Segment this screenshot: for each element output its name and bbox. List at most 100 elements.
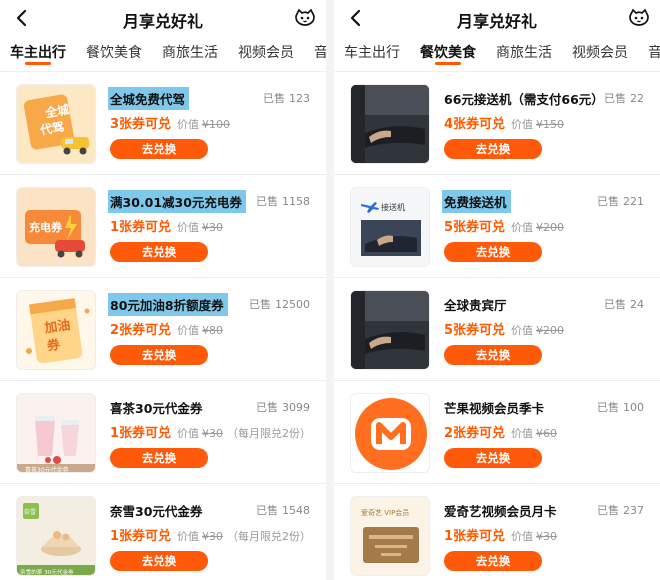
mango-tv-logo (355, 398, 427, 470)
price-line: 1张券可兑 价值 ¥30 （每月限兑2份） (110, 422, 311, 441)
list-item[interactable]: 接送机 免费接送机 已售 221 5张券可兑 价值 ¥200 去兑换 (334, 175, 660, 278)
product-image (350, 290, 430, 370)
right-screen: 月享兑好礼 车主出行 餐饮美食 商旅生活 视频会员 音频 66元接送机（需支付6… (334, 0, 660, 580)
sold-count: 已售 12500 (249, 298, 310, 311)
tab-food[interactable]: 餐饮美食 (420, 36, 476, 71)
tab-audio[interactable]: 音频 (314, 36, 326, 71)
redeem-button[interactable]: 去兑换 (110, 448, 208, 468)
coupon-count: 5张券可兑 (444, 323, 506, 338)
charging-coupon-icon: 充电券 (25, 210, 85, 258)
sold-count: 已售 22 (604, 92, 644, 105)
product-title: 免费接送机 (442, 190, 511, 213)
list-item[interactable]: 充电券 满30.01减30元充电券 已售 1158 1张券可兑 价值 ¥30 去兑换 (0, 175, 326, 278)
price-line: 3张券可兑 价值 ¥100 (110, 113, 230, 132)
redeem-limit: （每月限兑2份） (227, 530, 312, 543)
mascot-icon[interactable] (628, 8, 650, 28)
product-image: 爱奇艺 VIP会员 (350, 496, 430, 576)
product-list: 全城 代驾 全城免费代驾 已售 123 3张券可兑 价值 ¥100 去兑换 充电券 (0, 72, 326, 580)
product-title: 满30.01减30元充电券 (108, 190, 246, 213)
tab-car-travel[interactable]: 车主出行 (344, 36, 400, 71)
tab-audio[interactable]: 音频 (648, 36, 660, 71)
price-line: 2张券可兑 价值 ¥60 (444, 422, 557, 441)
page-title: 月享兑好礼 (122, 12, 203, 31)
product-title: 爱奇艺视频会员月卡 (444, 504, 557, 519)
original-value: 价值 ¥80 (177, 324, 224, 337)
navbar: 月享兑好礼 (334, 0, 660, 36)
navbar: 月享兑好礼 (0, 0, 326, 36)
vip-lounge-icon (351, 291, 429, 369)
redeem-button[interactable]: 去兑换 (110, 139, 208, 159)
coupon-count: 3张券可兑 (110, 117, 172, 132)
product-image: 全城 代驾 (16, 84, 96, 164)
tab-video-vip[interactable]: 视频会员 (572, 36, 628, 71)
original-value: 价值 ¥30 (177, 530, 224, 543)
category-tabs: 车主出行 餐饮美食 商旅生活 视频会员 音频 (334, 36, 660, 72)
redeem-button[interactable]: 去兑换 (444, 551, 542, 571)
list-item[interactable]: 喜茶30元代金券 喜茶30元代金券 已售 3099 1张券可兑 价值 ¥30 （每月限兑… (0, 381, 326, 484)
product-image: 充电券 (16, 187, 96, 267)
original-value: 价值 ¥30 (177, 427, 224, 440)
car-door-icon (351, 85, 429, 163)
cake-icon: 奈雪 奈雪的茶 30元代金券 (17, 497, 95, 575)
product-image: 接送机 (350, 187, 430, 267)
coupon-count: 1张券可兑 (110, 529, 172, 544)
mascot-icon[interactable] (294, 8, 316, 28)
sold-count: 已售 237 (597, 504, 644, 517)
original-value: 价值 ¥150 (511, 118, 565, 131)
list-item[interactable]: 全球贵宾厅 已售 24 5张券可兑 价值 ¥200 去兑换 (334, 278, 660, 381)
original-value: 价值 ¥200 (511, 324, 565, 337)
price-line: 5张券可兑 价值 ¥200 (444, 319, 564, 338)
list-item[interactable]: 加油 券 80元加油8折额度券 已售 12500 2张券可兑 价值 ¥80 去兑换 (0, 278, 326, 381)
product-list: 66元接送机（需支付66元） 已售 22 4张券可兑 价值 ¥150 去兑换 接送机 … (334, 72, 660, 580)
tea-drink-icon: 喜茶30元代金券 (17, 394, 95, 472)
price-line: 1张券可兑 价值 ¥30 (444, 525, 557, 544)
page-title: 月享兑好礼 (456, 12, 537, 31)
sold-count: 已售 100 (597, 401, 644, 414)
price-line: 1张券可兑 价值 ¥30 （每月限兑2份） (110, 525, 311, 544)
list-item[interactable]: 爱奇艺 VIP会员 爱奇艺视频会员月卡 已售 237 1张券可兑 价值 ¥30 去兑换 (334, 484, 660, 580)
coupon-count: 1张券可兑 (444, 529, 506, 544)
list-item[interactable]: 66元接送机（需支付66元） 已售 22 4张券可兑 价值 ¥150 去兑换 (334, 72, 660, 175)
product-image: 喜茶30元代金券 (16, 393, 96, 473)
sold-count: 已售 1158 (256, 195, 310, 208)
tab-food[interactable]: 餐饮美食 (86, 36, 142, 71)
product-image: 加油 券 (16, 290, 96, 370)
list-item[interactable]: 芒果视频会员季卡 已售 100 2张券可兑 价值 ¥60 去兑换 (334, 381, 660, 484)
original-value: 价值 ¥200 (511, 221, 565, 234)
price-line: 5张券可兑 价值 ¥200 (444, 216, 564, 235)
product-title: 芒果视频会员季卡 (444, 401, 545, 416)
coupon-count: 1张券可兑 (110, 220, 172, 235)
redeem-button[interactable]: 去兑换 (444, 139, 542, 159)
tab-car-travel[interactable]: 车主出行 (10, 36, 66, 71)
sold-count: 已售 1548 (256, 504, 310, 517)
tab-video-vip[interactable]: 视频会员 (238, 36, 294, 71)
product-title: 全城免费代驾 (108, 87, 190, 110)
sold-count: 已售 24 (604, 298, 644, 311)
redeem-button[interactable]: 去兑换 (110, 551, 208, 571)
product-title: 喜茶30元代金券 (110, 401, 203, 416)
redeem-button[interactable]: 去兑换 (444, 448, 542, 468)
list-item[interactable]: 全城 代驾 全城免费代驾 已售 123 3张券可兑 价值 ¥100 去兑换 (0, 72, 326, 175)
product-title: 80元加油8折额度券 (108, 293, 228, 316)
product-title: 66元接送机（需支付66元） (444, 92, 604, 107)
redeem-button[interactable]: 去兑换 (110, 242, 208, 262)
redeem-button[interactable]: 去兑换 (444, 242, 542, 262)
sold-count: 已售 3099 (256, 401, 310, 414)
redeem-button[interactable]: 去兑换 (444, 345, 542, 365)
tab-business-life[interactable]: 商旅生活 (162, 36, 218, 71)
airport-transfer-icon: 接送机 (351, 188, 429, 266)
redeem-button[interactable]: 去兑换 (110, 345, 208, 365)
tab-business-life[interactable]: 商旅生活 (496, 36, 552, 71)
product-title: 奈雪30元代金券 (110, 504, 203, 519)
iqiyi-card-icon: 爱奇艺 VIP会员 (351, 497, 429, 575)
svg-text:充电券: 充电券 (29, 220, 63, 234)
coupon-count: 5张券可兑 (444, 220, 506, 235)
sold-count: 已售 221 (597, 195, 644, 208)
list-item[interactable]: 奈雪 奈雪的茶 30元代金券 奈雪30元代金券 已售 1548 1张券可兑 价值 ¥3… (0, 484, 326, 580)
coupon-count: 2张券可兑 (444, 426, 506, 441)
svg-text:爱奇艺 VIP会员: 爱奇艺 VIP会员 (361, 508, 409, 517)
original-value: 价值 ¥30 (177, 221, 224, 234)
product-image (350, 84, 430, 164)
svg-text:奈雪: 奈雪 (24, 508, 36, 516)
svg-text:接送机: 接送机 (381, 202, 405, 212)
